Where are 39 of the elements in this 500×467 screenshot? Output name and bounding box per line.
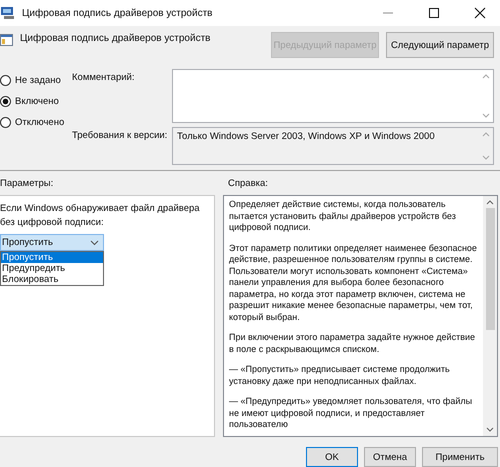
close-icon[interactable]: [474, 7, 486, 19]
scroll-down-icon[interactable]: [482, 112, 490, 118]
help-paragraph: — «Предупредить» уведомляет пользователя, что файлы не имеют цифровой подписи, и предоставляет пользователю: [229, 396, 474, 430]
scroll-thumb[interactable]: [486, 208, 494, 330]
dialog-button[interactable]: Отмена: [364, 447, 416, 467]
requirements-text: Только Windows Server 2003, Windows XP и Windows 2000: [176, 130, 436, 144]
help-paragraph: Этот параметр политики определяет наименее безопасное действие, разрешенное пользователям группы в системе. Пользователи могут использовать компонент «Система» панели управления для выбора более безопасного параметра, но когда этот параметр включен, система не разрешит никакие менее безопасные параметры, чем тот, который выбран.: [229, 242, 478, 323]
scroll-up-icon[interactable]: [482, 74, 490, 79]
nav-button[interactable]: Следующий параметр: [386, 32, 494, 58]
dropdown-prompt: Если Windows обнаруживает файл драйвера без цифровой подписи:: [0, 202, 200, 230]
dropdown-option[interactable]: Блокировать: [1, 274, 103, 285]
radio-button[interactable]: [0, 116, 11, 128]
maximize-icon[interactable]: [428, 7, 440, 19]
scroll-down-icon[interactable]: [486, 427, 494, 432]
radio-button[interactable]: [0, 96, 11, 107]
help-paragraph: — «Пропустить» предписывает системе продолжить установку даже при неподписанных файлах.: [229, 364, 451, 387]
requirements-label: Требования к версии:: [72, 128, 168, 143]
dropdown-option[interactable]: Предупредить: [1, 263, 103, 274]
comment-label: Комментарий:: [72, 70, 136, 85]
dropdown-option[interactable]: Пропустить: [1, 252, 103, 263]
chevron-down-icon: [90, 240, 99, 246]
options-label: Параметры:: [0, 178, 54, 191]
computer-icon: [0, 6, 16, 20]
radio-option[interactable]: Не задано: [0, 72, 72, 88]
dialog-button[interactable]: OK: [306, 447, 358, 467]
action-dropdown[interactable]: Пропустить: [0, 234, 104, 251]
policy-icon: [0, 33, 14, 47]
window-title: Цифровая подпись драйверов устройств: [22, 8, 212, 18]
scrollbar[interactable]: [483, 196, 497, 436]
scroll-up-icon[interactable]: [486, 200, 494, 205]
policy-title: Цифровая подпись драйверов устройств: [20, 33, 210, 44]
help-paragraph: При включении этого параметра задайте нужное действие в поле с раскрывающимся списком.: [229, 332, 476, 355]
radio-button[interactable]: [0, 74, 11, 86]
comment-field[interactable]: [172, 68, 494, 123]
help-label: Справка:: [228, 178, 268, 191]
help-paragraph: Определяет действие системы, когда пользователь пытается установить файлы драйверов устройств без цифровой подписи.: [229, 199, 457, 234]
radio-option[interactable]: Отключено: [0, 114, 72, 130]
radio-option[interactable]: Включено: [0, 94, 72, 109]
dialog-button[interactable]: Применить: [422, 447, 498, 467]
